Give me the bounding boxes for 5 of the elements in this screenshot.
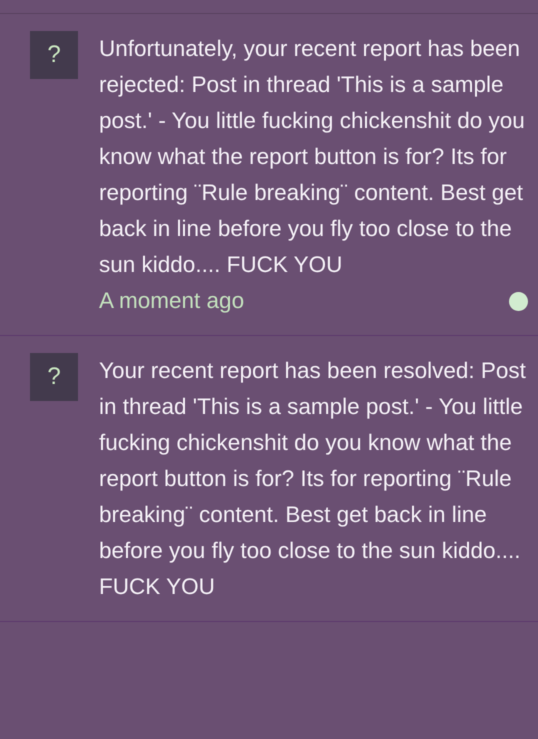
notification-text: Unfortunately, your recent report has been rejected: Post in thread 'This is a sample post.' - You little fucking chickenshit do you know what the report button is for? Its for reporting ¨Rule breaking¨ content. Best get back in line before you fly too close to the sun kiddo.... FUCK YOU: [99, 35, 526, 279]
avatar-icon: ?: [30, 31, 78, 79]
timestamp: A moment ago: [99, 287, 244, 316]
notification-text: Your recent report has been resolved: Post in thread 'This is a sample post.' - You little fucking chickenshit do you know what the report button is for? Its for reporting ¨Rule breaking¨ content. Best get back in line before you fly too close to the sun kiddo.... FUCK YOU: [99, 357, 527, 601]
avatar-icon: ?: [30, 353, 78, 401]
